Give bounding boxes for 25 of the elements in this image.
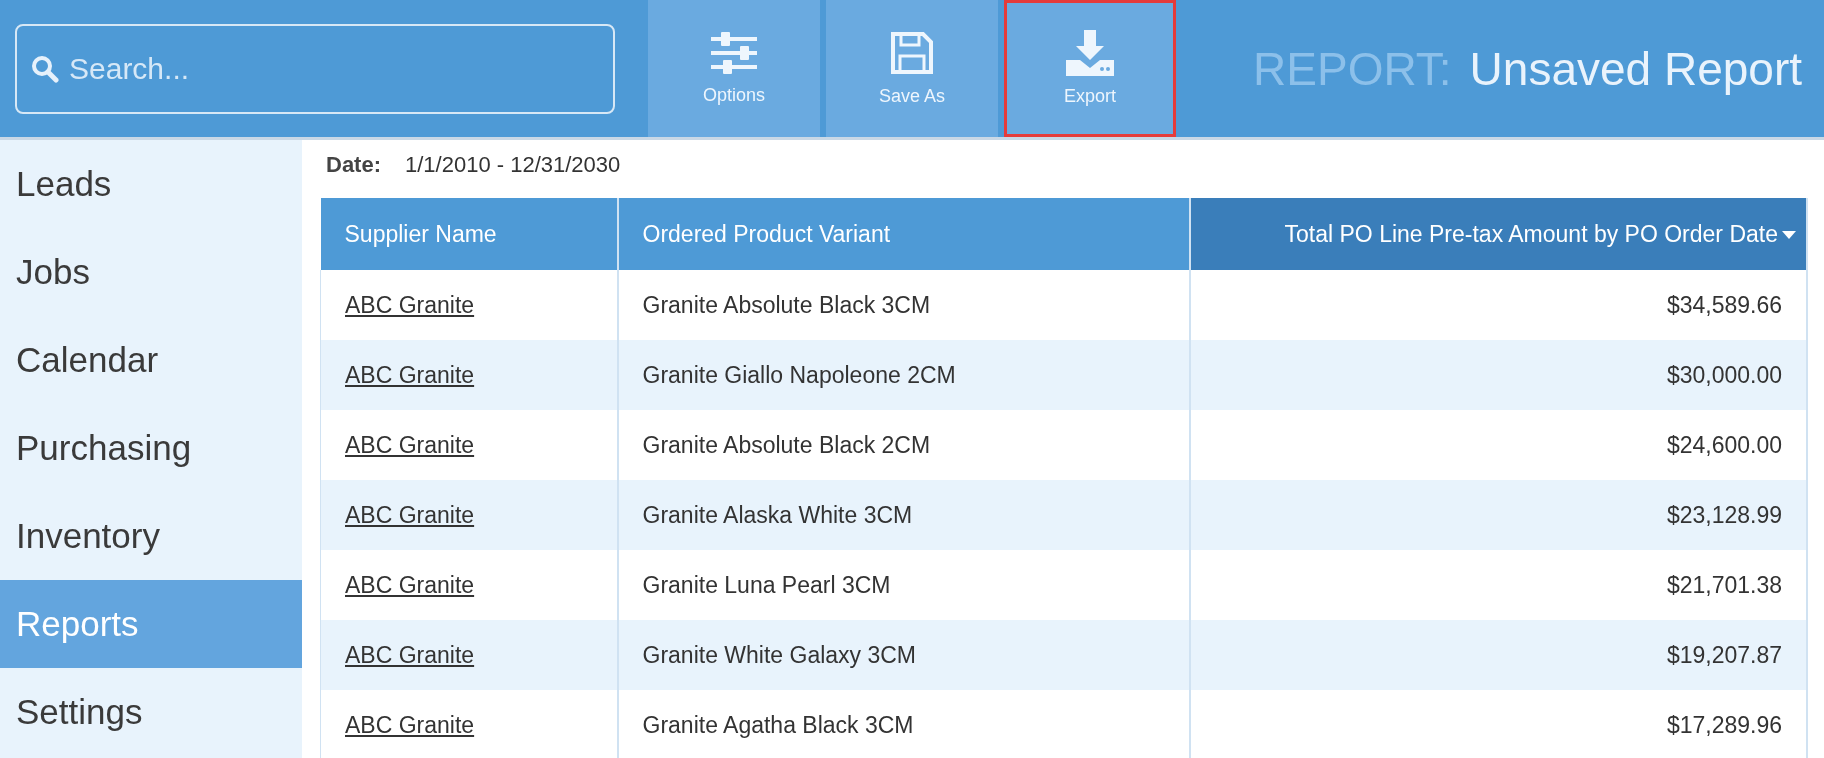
date-label: Date: xyxy=(326,152,381,178)
report-label: REPORT: xyxy=(1253,41,1452,96)
supplier-link[interactable]: ABC Granite xyxy=(345,361,475,388)
supplier-link[interactable]: ABC Granite xyxy=(345,571,475,598)
search-field[interactable]: Search... xyxy=(15,23,615,114)
nav-item[interactable]: Calendar xyxy=(0,316,302,404)
supplier-link[interactable]: ABC Granite xyxy=(345,711,475,738)
supplier-link[interactable]: ABC Granite xyxy=(345,501,475,528)
supplier-link[interactable]: ABC Granite xyxy=(345,641,475,668)
date-range: 1/1/2010 - 12/31/2030 xyxy=(405,152,621,178)
sliders-icon xyxy=(709,31,759,75)
nav-item[interactable]: Jobs xyxy=(0,228,302,316)
sort-caret-icon xyxy=(1782,231,1796,240)
table-cell: Granite Agatha Black 3CM xyxy=(617,690,1190,758)
nav-item[interactable]: Settings xyxy=(0,668,302,756)
supplier-link[interactable]: ABC Granite xyxy=(345,431,475,458)
nav-item[interactable]: Leads xyxy=(0,140,302,228)
nav-item[interactable]: Purchasing xyxy=(0,404,302,492)
search-icon xyxy=(31,54,59,83)
supplier-link[interactable]: ABC Granite xyxy=(345,291,475,318)
download-icon xyxy=(1064,30,1116,76)
table-cell: $17,289.96 xyxy=(1189,690,1807,758)
nav-item[interactable]: Inventory xyxy=(0,492,302,580)
column-header[interactable]: Total PO Line Pre-tax Amount by PO Order Date xyxy=(1189,198,1807,270)
report-title: Unsaved Report xyxy=(1469,41,1802,96)
